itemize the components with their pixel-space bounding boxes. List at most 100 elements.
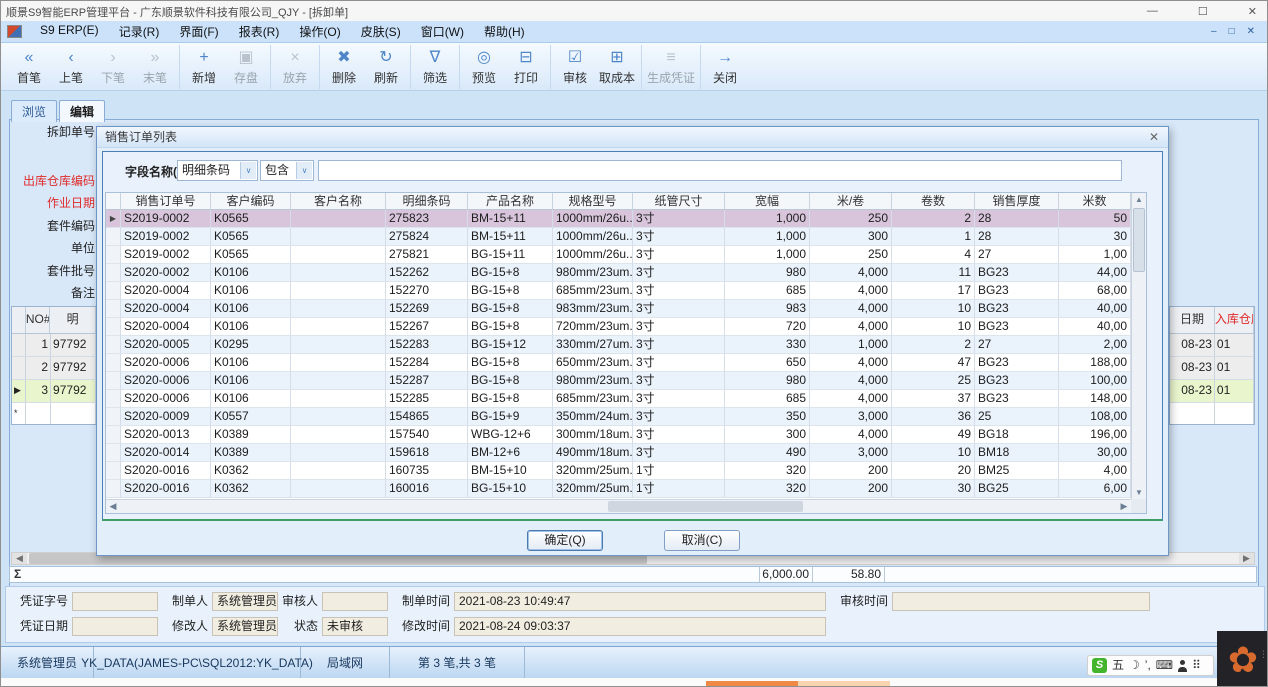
table-row[interactable]: S2020-0002K0106152262BG-15+8980mm/23um..…	[106, 264, 1146, 282]
table-row[interactable]: S2020-0004K0106152270BG-15+8685mm/23um..…	[106, 282, 1146, 300]
status-field[interactable]: 未审核	[322, 617, 388, 636]
toolbox-icon[interactable]: ⠿	[1192, 656, 1201, 675]
column-header-4[interactable]: 明细条码	[386, 193, 468, 210]
mdi-close-button[interactable]: ✕	[1247, 26, 1255, 37]
cancel-button[interactable]: 取消(C)	[664, 530, 740, 551]
toolbar-prev-record-button[interactable]: ‹上笔	[50, 47, 92, 86]
hscroll-thumb[interactable]	[608, 501, 803, 512]
column-header-3[interactable]: 客户名称	[291, 193, 386, 210]
column-header-5[interactable]: 产品名称	[468, 193, 553, 210]
person-icon[interactable]	[1178, 660, 1187, 672]
menu-item-6[interactable]: 皮肤(S)	[351, 23, 411, 40]
modify-time-field[interactable]: 2021-08-24 09:03:37	[454, 617, 826, 636]
chevron-down-icon[interactable]: ∨	[240, 162, 256, 179]
voucher-no-field[interactable]	[72, 592, 158, 611]
grid-row[interactable]: 08-2301	[1170, 334, 1254, 357]
toolbar-delete-button[interactable]: ✖删除	[323, 47, 365, 86]
tab-edit[interactable]: 编辑	[59, 100, 105, 122]
tab-browse[interactable]: 浏览	[11, 100, 57, 122]
table-row[interactable]: S2019-0002K0565275824BM-15+111000mm/26u.…	[106, 228, 1146, 246]
mdi-restore-button[interactable]: □	[1229, 26, 1235, 37]
menu-item-2[interactable]: 记录(R)	[109, 23, 170, 40]
menu-item-4[interactable]: 报表(R)	[229, 23, 290, 40]
menu-item-5[interactable]: 操作(O)	[289, 23, 350, 40]
window-close-button[interactable]: ✕	[1248, 5, 1257, 18]
scroll-left-icon[interactable]: ◀	[106, 501, 120, 512]
create-time-field[interactable]: 2021-08-23 10:49:47	[454, 592, 826, 611]
table-row[interactable]: S2020-0016K0362160735BM-15+10320mm/25um.…	[106, 462, 1146, 480]
toolbar-add-button[interactable]: +新增	[183, 47, 225, 86]
modifier-field[interactable]: 系统管理员	[212, 617, 278, 636]
auditor-field[interactable]	[322, 592, 388, 611]
toolbar-audit-button[interactable]: ☑审核	[554, 47, 596, 86]
scroll-up-icon[interactable]: ▲	[1132, 193, 1146, 206]
table-row[interactable]: S2020-0016K0362160016BG-15+10320mm/25um.…	[106, 480, 1146, 498]
grid-row[interactable]: ▶397792	[12, 380, 96, 403]
table-row[interactable]: S2020-0005K0295152283BG-15+12330mm/27um.…	[106, 336, 1146, 354]
column-header-8[interactable]: 宽幅	[725, 193, 810, 210]
grid-row[interactable]: 297792	[12, 357, 96, 380]
filter-operator-select[interactable]: 包含 ∨	[260, 160, 314, 181]
menu-item-7[interactable]: 窗口(W)	[411, 23, 474, 40]
toolbar-print-button[interactable]: ⊟打印	[505, 47, 547, 86]
menu-item-8[interactable]: 帮助(H)	[474, 23, 535, 40]
scroll-down-icon[interactable]: ▼	[1132, 486, 1146, 499]
menu-item-3[interactable]: 界面(F)	[169, 23, 228, 40]
column-header-12[interactable]: 米数	[1059, 193, 1131, 210]
table-row[interactable]: S2020-0004K0106152267BG-15+8720mm/23um..…	[106, 318, 1146, 336]
punctuation-icon[interactable]: ’,	[1145, 656, 1151, 675]
toolbar-refresh-button[interactable]: ↻刷新	[365, 47, 407, 86]
recorder-logo-icon[interactable]: ✿▶	[1228, 642, 1258, 678]
column-header-9[interactable]: 米/卷	[810, 193, 892, 210]
toolbar-get-cost-button[interactable]: ⊞取成本	[596, 47, 638, 86]
scroll-left-icon[interactable]: ◀	[12, 553, 27, 564]
filter-field-select[interactable]: 明细条码 ∨	[177, 160, 258, 181]
toolbar-preview-button[interactable]: ◎预览	[463, 47, 505, 86]
moon-icon[interactable]: ☽	[1129, 656, 1140, 675]
table-row[interactable]: S2020-0009K0557154865BG-15+9350mm/24um..…	[106, 408, 1146, 426]
scroll-right-icon[interactable]: ▶	[1117, 501, 1131, 512]
grid-row[interactable]	[1170, 403, 1254, 425]
column-header-10[interactable]: 卷数	[892, 193, 975, 210]
keyboard-icon[interactable]: ⌨	[1156, 656, 1173, 675]
table-row[interactable]: S2019-0002K0565275821BG-15+111000mm/26u.…	[106, 246, 1146, 264]
vscroll-thumb[interactable]	[1133, 208, 1145, 272]
mdi-minimize-button[interactable]: –	[1211, 26, 1217, 37]
table-row[interactable]: S2020-0013K0389157540WBG-12+6300mm/18um.…	[106, 426, 1146, 444]
grid-row[interactable]: *	[12, 403, 96, 425]
column-header-1[interactable]: 销售订单号	[121, 193, 211, 210]
window-minimize-button[interactable]: —	[1147, 5, 1158, 17]
voucher-date-field[interactable]	[72, 617, 158, 636]
column-header-11[interactable]: 销售厚度	[975, 193, 1059, 210]
grid-row[interactable]: 08-2301	[1170, 380, 1254, 403]
audit-time-field[interactable]	[892, 592, 1150, 611]
table-row[interactable]: S2020-0006K0106152284BG-15+8650mm/23um..…	[106, 354, 1146, 372]
toolbar-first-record-button[interactable]: «首笔	[8, 47, 50, 86]
sogou-logo-icon[interactable]: S	[1092, 658, 1107, 673]
ok-button[interactable]: 确定(Q)	[527, 530, 603, 551]
table-row[interactable]: S2020-0004K0106152269BG-15+8983mm/23um..…	[106, 300, 1146, 318]
dialog-close-icon[interactable]: ✕	[1149, 129, 1159, 145]
window-maximize-button[interactable]: ☐	[1198, 5, 1208, 18]
column-header-7[interactable]: 纸管尺寸	[633, 193, 725, 210]
dialog-title-bar[interactable]: 销售订单列表 ✕	[97, 127, 1168, 148]
grid-row[interactable]: 197792	[12, 334, 96, 357]
table-row[interactable]: S2020-0014K0389159618BM-12+6490mm/18um..…	[106, 444, 1146, 462]
table-hscrollbar[interactable]: ◀ ▶	[106, 499, 1131, 513]
table-row[interactable]: ▶S2019-0002K0565275823BM-15+111000mm/26u…	[106, 210, 1146, 228]
table-vscrollbar[interactable]: ▲ ▼	[1131, 193, 1146, 499]
toolbar-filter-button[interactable]: ∇筛选	[414, 47, 456, 86]
toolbar-close-button[interactable]: →关闭	[704, 47, 746, 86]
column-header-6[interactable]: 规格型号	[553, 193, 633, 210]
grid-row[interactable]: 08-2301	[1170, 357, 1254, 380]
column-header-2[interactable]: 客户编码	[211, 193, 291, 210]
recorder-menu-dots-icon[interactable]: ⋮	[1259, 651, 1268, 657]
menu-item-1[interactable]: S9 ERP(E)	[30, 23, 109, 40]
scroll-right-icon[interactable]: ▶	[1239, 553, 1254, 564]
chevron-down-icon[interactable]: ∨	[296, 162, 312, 179]
ime-mode-icon[interactable]: 五	[1112, 656, 1124, 675]
table-row[interactable]: S2020-0006K0106152287BG-15+8980mm/23um..…	[106, 372, 1146, 390]
filter-value-input[interactable]	[318, 160, 1122, 181]
creator-field[interactable]: 系统管理员	[212, 592, 278, 611]
table-row[interactable]: S2020-0006K0106152285BG-15+8685mm/23um..…	[106, 390, 1146, 408]
